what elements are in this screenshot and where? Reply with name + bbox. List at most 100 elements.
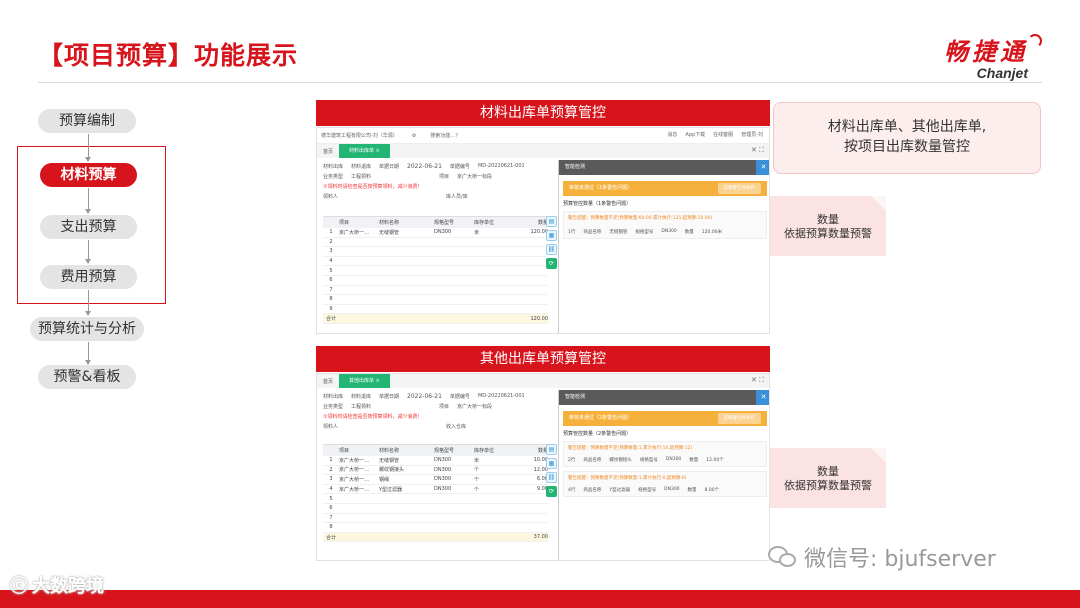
message-link[interactable]: 消息 bbox=[667, 131, 677, 138]
link-icon[interactable]: ⛓ bbox=[546, 472, 557, 483]
item-spec-label: 规格型号 bbox=[639, 458, 658, 463]
screen2-form: 材料出库 材料退库 单据日期 2022-06-21 单据编号 MD-202206… bbox=[317, 388, 557, 434]
audit-fail-bar: 审核未通过（1条警告问题） 忽略警告并保存 bbox=[563, 181, 767, 196]
table-cell-n: 8 bbox=[329, 524, 333, 531]
date-label: 单据日期 bbox=[379, 393, 400, 400]
online-service-link[interactable]: 在线客服 bbox=[713, 131, 733, 138]
project-label: 项目 bbox=[439, 403, 450, 410]
table-row[interactable]: 4 京广大桥一… Y型过滤器 DN300 个 9.00 bbox=[323, 485, 548, 495]
table-header: 项目 材料名称 规格型号 库存单位 数量 bbox=[323, 217, 548, 228]
project-field[interactable]: 京广大桥一标段 bbox=[457, 403, 492, 410]
table-total-row: 合计 120.00 bbox=[323, 314, 548, 324]
warning-card-head: 警告提醒：预算数量不足(预算数量:1,累计执行:10,超预算:12) bbox=[568, 446, 693, 451]
table-row[interactable]: 3 京广大桥一… 钢绳 DN300 个 6.00 bbox=[323, 475, 548, 485]
screen2-side-tools: ▤ ▦ ⛓ ⟳ bbox=[546, 444, 558, 497]
footer-bar bbox=[0, 590, 1080, 608]
table-row[interactable]: 2 bbox=[323, 238, 548, 248]
app-download-link[interactable]: App下载 bbox=[685, 131, 705, 138]
table-row[interactable]: 6 bbox=[323, 504, 548, 514]
table-row[interactable]: 6 bbox=[323, 276, 548, 286]
ignore-warning-button[interactable]: 忽略警告并保存 bbox=[717, 183, 761, 194]
table-cell-n: 7 bbox=[329, 514, 333, 521]
table-row[interactable]: 5 bbox=[323, 494, 548, 504]
radio-material-return[interactable]: 材料退库 bbox=[351, 163, 371, 170]
radio-material-out[interactable]: 材料出库 bbox=[323, 393, 343, 400]
table-cell-spec: DN300 bbox=[434, 229, 452, 236]
close-icon[interactable]: ✕ bbox=[756, 160, 769, 175]
table-cell-unit: 米 bbox=[474, 229, 480, 236]
item-name-label: 商品名称 bbox=[583, 488, 602, 493]
item-name-label: 商品名称 bbox=[583, 230, 602, 235]
table-cell-qty: 9.00 bbox=[536, 486, 548, 493]
flow-step-expense-budget[interactable]: 支出预算 bbox=[40, 215, 137, 239]
table-cell-spec: DN300 bbox=[434, 476, 452, 483]
handler-label: 领料人 bbox=[323, 423, 339, 430]
table-cell-proj: 京广大桥一… bbox=[339, 229, 370, 236]
calendar-icon[interactable]: ▦ bbox=[546, 458, 557, 469]
biz-type-label: 业务类型 bbox=[323, 173, 344, 180]
refresh-icon[interactable]: ⟳ bbox=[546, 486, 557, 497]
table-row[interactable]: 9 bbox=[323, 305, 548, 315]
biz-type-field[interactable]: 工程领料 bbox=[351, 403, 371, 410]
search-input[interactable]: 搜索功能…？ bbox=[430, 132, 460, 139]
screen1-side-tools: ▤ ▦ ⛓ ⟳ bbox=[546, 216, 558, 269]
table-row[interactable]: 4 bbox=[323, 257, 548, 267]
tab-home[interactable]: 首页 bbox=[317, 148, 339, 155]
screen1-topbar: 德华建筑工程有限公司-刘（华源） ⚙ 搜索功能…？ 消息 App下载 在线客服 … bbox=[317, 128, 769, 144]
doc-no-field[interactable]: MD-20220621-001 bbox=[478, 393, 525, 399]
table-row[interactable]: 7 bbox=[323, 514, 548, 524]
flow-arrow bbox=[85, 188, 91, 214]
calendar-icon[interactable]: ▦ bbox=[546, 230, 557, 241]
settings-icon[interactable]: ⚙ bbox=[412, 133, 416, 139]
close-icon[interactable]: ✕ bbox=[756, 390, 769, 405]
doc-no-field[interactable]: MD-20220621-001 bbox=[478, 163, 525, 169]
tag-line1: 数量 bbox=[817, 465, 839, 478]
tag-line2: 依据预算数量预警 bbox=[784, 227, 872, 240]
flow-step-material-budget[interactable]: 材料预算 bbox=[40, 163, 137, 187]
flow-arrow bbox=[85, 290, 91, 316]
date-field[interactable]: 2022-06-21 bbox=[407, 393, 442, 400]
tab-home[interactable]: 首页 bbox=[317, 378, 339, 385]
table-row[interactable]: 7 bbox=[323, 286, 548, 296]
user-menu[interactable]: 管理员-刘 bbox=[741, 131, 763, 138]
screen2-other-outbound: 首页 其他出库单 × ✕ ⛶ 材料出库 材料退库 单据日期 2022-06-21… bbox=[316, 373, 770, 561]
flow-step-budget-prep[interactable]: 预算编制 bbox=[38, 109, 136, 133]
refresh-icon[interactable]: ⟳ bbox=[546, 258, 557, 269]
link-icon[interactable]: ⛓ bbox=[546, 244, 557, 255]
flow-step-alert-board[interactable]: 预警&看板 bbox=[38, 365, 136, 389]
table-row[interactable]: 1 京广大桥一… 无缝钢管 DN300 米 120.00 bbox=[323, 228, 548, 238]
table-row[interactable]: 3 bbox=[323, 247, 548, 257]
screen1-tabbar: 首页 材料出库单 × ✕ ⛶ bbox=[317, 144, 769, 158]
table-row[interactable]: 1 京广大桥一… 无缝钢管 DN300 米 10.00 bbox=[323, 456, 548, 466]
tab-material-outbound[interactable]: 材料出库单 × bbox=[339, 144, 390, 158]
table-row[interactable]: 2 京广大桥一… 螺纹钢接头 DN300 个 12.00 bbox=[323, 466, 548, 476]
table-cell-unit: 个 bbox=[474, 467, 480, 474]
window-controls-icon[interactable]: ✕ ⛶ bbox=[751, 376, 764, 385]
table-cell-n: 3 bbox=[329, 476, 333, 483]
flow-step-stats-analysis[interactable]: 预算统计与分析 bbox=[30, 317, 144, 341]
item-name: 螺纹钢接头 bbox=[609, 458, 632, 463]
biz-type-field[interactable]: 工程领料 bbox=[351, 173, 371, 180]
screen2-banner: 其他出库单预算管控 bbox=[316, 346, 770, 372]
radio-material-return[interactable]: 材料退库 bbox=[351, 393, 371, 400]
table-cell-n: 2 bbox=[329, 238, 333, 245]
footer-watermark: ⓒ 大数跨境 bbox=[10, 572, 104, 598]
flow-arrow bbox=[85, 342, 91, 365]
filter-icon[interactable]: ▤ bbox=[546, 444, 557, 455]
storekeeper-label: 收入仓库 bbox=[446, 423, 467, 430]
table-row[interactable]: 8 bbox=[323, 295, 548, 305]
table-row[interactable]: 8 bbox=[323, 523, 548, 533]
brand-logo: 畅捷通 Chanjet bbox=[944, 32, 1042, 81]
filter-icon[interactable]: ▤ bbox=[546, 216, 557, 227]
flow-step-cost-budget[interactable]: 费用预算 bbox=[40, 265, 137, 289]
tab-other-outbound[interactable]: 其他出库单 × bbox=[339, 374, 390, 388]
radio-material-out[interactable]: 材料出库 bbox=[323, 163, 343, 170]
main-callout: 材料出库单、其他出库单, 按项目出库数量管控 bbox=[773, 102, 1041, 174]
table-cell-qty: 12.00 bbox=[533, 466, 548, 473]
date-field[interactable]: 2022-06-21 bbox=[407, 163, 442, 170]
table-row[interactable]: 5 bbox=[323, 266, 548, 276]
project-field[interactable]: 京广大桥一标段 bbox=[457, 173, 492, 180]
window-controls-icon[interactable]: ✕ ⛶ bbox=[751, 146, 764, 155]
panel-title: 智能检测 bbox=[565, 164, 586, 170]
ignore-warning-button[interactable]: 忽略警告并保存 bbox=[717, 413, 761, 424]
